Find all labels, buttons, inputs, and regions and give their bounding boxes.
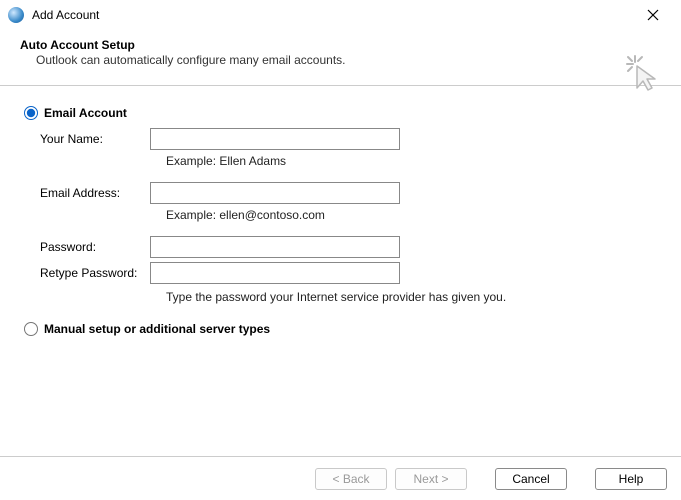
password-input[interactable]	[150, 236, 400, 258]
retype-password-label: Retype Password:	[40, 266, 150, 280]
help-button[interactable]: Help	[595, 468, 667, 490]
radio-manual-setup-input[interactable]	[24, 322, 38, 336]
cursor-decoration-icon	[623, 52, 663, 92]
close-button[interactable]	[633, 1, 673, 29]
radio-manual-setup[interactable]: Manual setup or additional server types	[24, 322, 657, 336]
email-address-label: Email Address:	[40, 186, 150, 200]
email-address-hint: Example: ellen@contoso.com	[166, 208, 657, 222]
footer: < Back Next > Cancel Help	[0, 456, 681, 500]
radio-email-account[interactable]: Email Account	[24, 106, 657, 120]
header-heading: Auto Account Setup	[20, 38, 661, 52]
retype-password-input[interactable]	[150, 262, 400, 284]
email-account-form: Your Name: Example: Ellen Adams Email Ad…	[40, 128, 657, 304]
window-title: Add Account	[32, 8, 99, 22]
your-name-label: Your Name:	[40, 132, 150, 146]
header: Auto Account Setup Outlook can automatic…	[0, 30, 681, 81]
next-button: Next >	[395, 468, 467, 490]
cancel-button[interactable]: Cancel	[495, 468, 567, 490]
app-icon	[8, 7, 24, 23]
header-subheading: Outlook can automatically configure many…	[20, 53, 661, 67]
email-address-input[interactable]	[150, 182, 400, 204]
password-hint: Type the password your Internet service …	[166, 290, 657, 304]
your-name-hint: Example: Ellen Adams	[166, 154, 657, 168]
your-name-input[interactable]	[150, 128, 400, 150]
radio-email-account-label: Email Account	[44, 106, 127, 120]
radio-email-account-input[interactable]	[24, 106, 38, 120]
password-label: Password:	[40, 240, 150, 254]
close-icon	[647, 9, 659, 21]
radio-manual-setup-label: Manual setup or additional server types	[44, 322, 270, 336]
content-area: Email Account Your Name: Example: Ellen …	[0, 86, 681, 364]
back-button: < Back	[315, 468, 387, 490]
titlebar: Add Account	[0, 0, 681, 30]
